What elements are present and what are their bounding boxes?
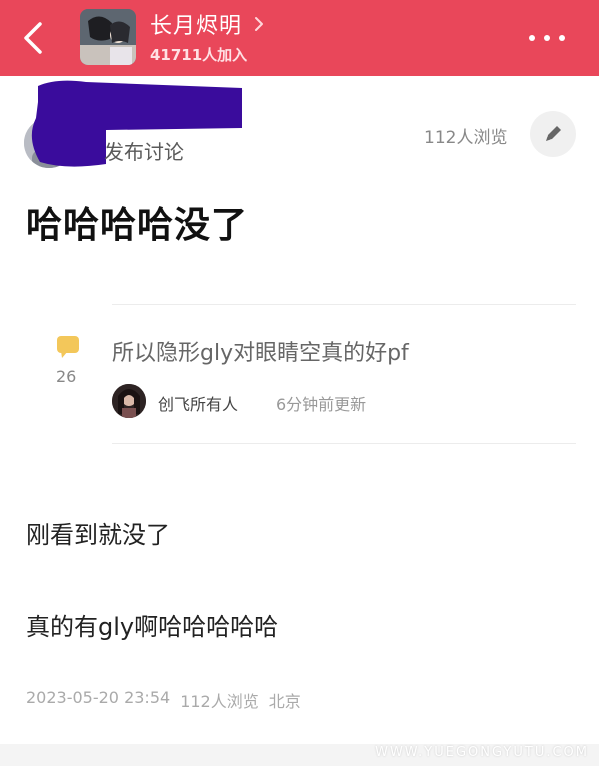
chevron-right-icon — [255, 17, 264, 31]
view-count: 112人浏览 — [424, 128, 508, 148]
post-datetime: 2023-05-20 23:54 — [26, 688, 171, 707]
group-thumbnail[interactable] — [80, 9, 136, 65]
linked-updated-time: 6分钟前更新 — [276, 395, 367, 414]
top-bar: 长月烬明 41711人加入 — [0, 0, 599, 76]
edit-button[interactable] — [530, 111, 576, 157]
member-count: 41711人加入 — [150, 46, 248, 64]
more-horizontal-icon — [529, 35, 535, 41]
comment-count: 26 — [56, 367, 77, 386]
linked-discussion-title[interactable]: 所以隐形gly对眼睛空真的好pf — [112, 335, 409, 367]
watermark: WWW.YUEGONGYUTU.COM — [375, 745, 589, 760]
linked-author-name[interactable]: 创飞所有人 — [158, 391, 238, 415]
more-button[interactable] — [524, 26, 570, 50]
divider — [112, 443, 576, 444]
post-action-label: 发布讨论 — [104, 140, 184, 164]
group-title-link[interactable]: 长月烬明 — [150, 8, 266, 40]
footer-band: WWW.YUEGONGYUTU.COM — [0, 744, 599, 766]
group-name: 长月烬明 — [150, 14, 243, 39]
body-paragraph: 真的有gly啊哈哈哈哈哈 — [26, 613, 279, 641]
divider — [112, 304, 576, 305]
chevron-left-icon — [24, 22, 42, 54]
post-title: 哈哈哈哈没了 — [26, 205, 249, 246]
pencil-icon — [546, 126, 561, 141]
post-location: 北京 — [268, 692, 301, 711]
comment-bubble-icon — [57, 336, 79, 358]
body-paragraph: 刚看到就没了 — [26, 521, 170, 549]
linked-author-avatar[interactable] — [112, 384, 146, 418]
post-views: 112人浏览 — [180, 692, 259, 711]
back-button[interactable] — [14, 16, 54, 60]
post-meta: 2023-05-20 23:54 112人浏览 北京 — [26, 688, 301, 712]
